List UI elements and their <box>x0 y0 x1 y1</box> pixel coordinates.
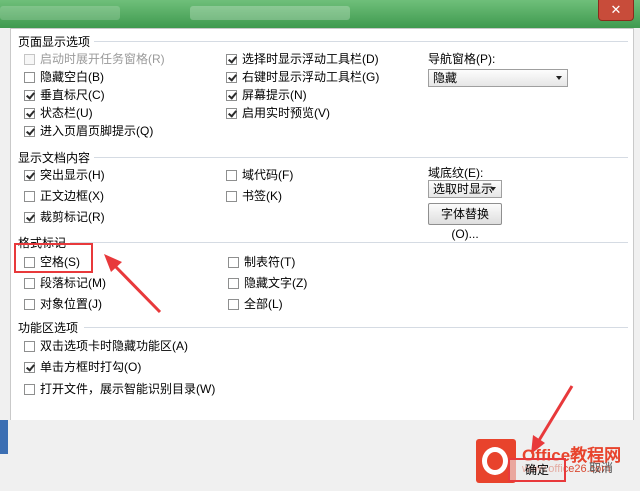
cancel-button[interactable]: 取消 <box>572 458 630 482</box>
arrow-line-to-spaces <box>111 262 162 314</box>
annotation-arrows <box>104 254 574 454</box>
arrow-line-to-ok <box>536 385 574 443</box>
ok-button[interactable]: 确定 <box>508 458 566 482</box>
